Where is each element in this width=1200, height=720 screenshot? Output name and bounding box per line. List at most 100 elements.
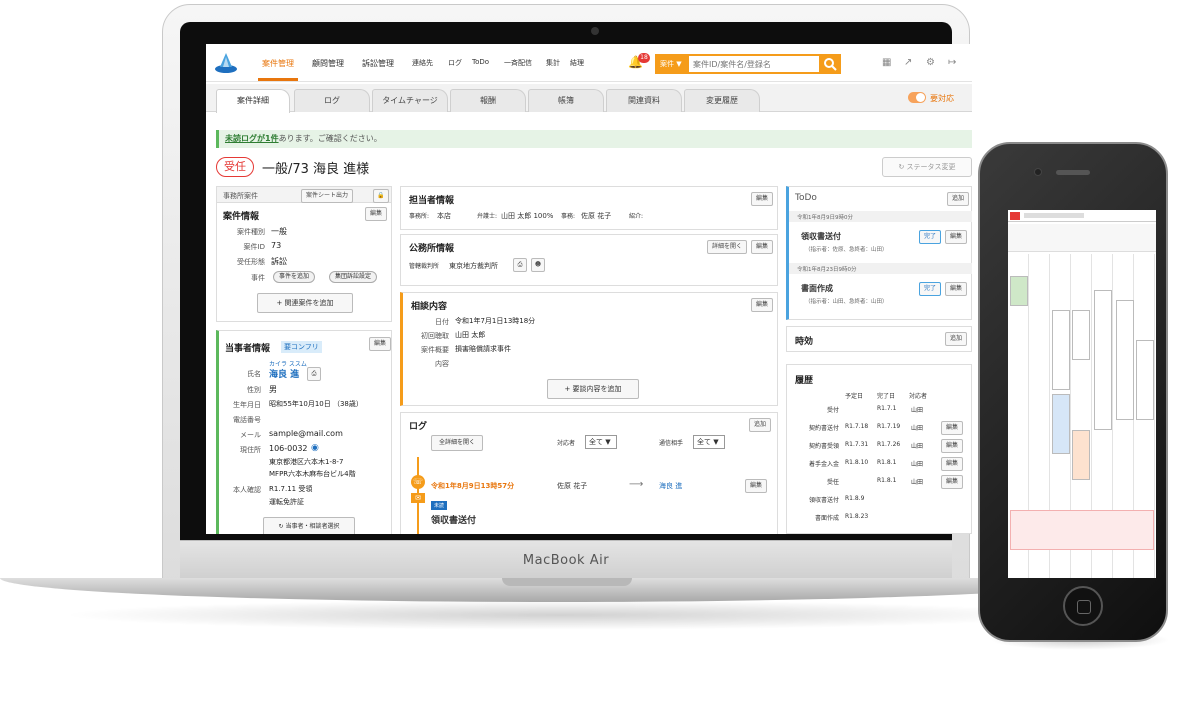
court-title: 公務所情報: [409, 244, 455, 254]
postal-code: 106-0032: [269, 444, 308, 453]
log-add-button[interactable]: 追加: [749, 418, 772, 432]
group-litigation-button[interactable]: 集団訴訟設定: [329, 271, 378, 283]
history-row-edit-button[interactable]: 編集: [941, 439, 964, 453]
lock-icon[interactable]: 🔒: [373, 189, 389, 203]
nav-settlement[interactable]: 結理: [570, 58, 584, 68]
limitation-title: 時効: [795, 337, 814, 347]
tab-change-history[interactable]: 変更履歴: [684, 89, 760, 112]
tab-related-docs[interactable]: 関連資料: [606, 89, 682, 112]
email-label: メール: [240, 431, 261, 439]
search-scope-select[interactable]: 案件 ▼: [657, 56, 689, 72]
map-pin-icon[interactable]: ◉: [311, 443, 319, 453]
nav-summary[interactable]: 集計: [546, 58, 560, 68]
history-row-name: 領収書送付: [808, 497, 839, 504]
attention-toggle[interactable]: [908, 92, 926, 103]
phone-speaker: [1056, 170, 1090, 175]
party-panel: 当事者情報 要コンフリ 編集 カイラ ススム 氏名 海良 進 ⎙ 性別 男 生年…: [216, 330, 392, 534]
staff-office-label: 事務所:: [409, 213, 430, 220]
case-id-value: 73: [271, 241, 282, 250]
gear-icon[interactable]: ⚙: [926, 57, 935, 68]
handler-filter-select[interactable]: 全て ▼: [585, 435, 617, 449]
mail-icon: ✉: [411, 493, 425, 503]
court-edit-button[interactable]: 編集: [751, 240, 774, 254]
log-entry-to[interactable]: 海良 進: [659, 481, 682, 491]
todo-title: ToDo: [795, 193, 817, 203]
history-row-edit-button[interactable]: 編集: [941, 457, 964, 471]
phone-icon: ☏: [411, 475, 425, 489]
todo-edit-button-2[interactable]: 編集: [945, 282, 968, 296]
tab-ledger[interactable]: 帳簿: [528, 89, 604, 112]
history-col-plan: 予定日: [845, 393, 864, 400]
staff-title: 担当者情報: [409, 196, 455, 206]
expand-all-button[interactable]: 全詳細を開く: [431, 435, 483, 451]
counterparty-filter-select[interactable]: 全て ▼: [693, 435, 725, 449]
party-edit-button[interactable]: 編集: [369, 337, 391, 351]
logout-icon[interactable]: ↦: [948, 57, 956, 68]
todo-title-1[interactable]: 領収書送付: [801, 231, 841, 242]
case-sheet-export-button[interactable]: 案件シート出力: [301, 189, 354, 203]
search-button[interactable]: [819, 54, 841, 74]
nav-broadcast[interactable]: 一斉配信: [504, 58, 532, 68]
staff-clerk-label: 事務:: [561, 213, 576, 220]
contact-card-icon[interactable]: ☻: [531, 258, 545, 272]
court-label: 管轄裁判所: [409, 263, 440, 270]
status-change-button[interactable]: ↻ ステータス変更: [882, 157, 972, 177]
phone-label: 電話番号: [233, 416, 261, 424]
print-icon[interactable]: ⎙: [307, 367, 321, 381]
history-row-name: 契約書送付: [808, 425, 839, 432]
add-consult-button[interactable]: + 要談内容を追加: [547, 379, 639, 399]
phone-calendar-screen: [1008, 210, 1156, 578]
log-entry-title[interactable]: 領収書送付: [431, 513, 476, 526]
todo-done-button-2[interactable]: 完了: [919, 282, 942, 296]
todo-edit-button-1[interactable]: 編集: [945, 230, 968, 244]
court-detail-button[interactable]: 詳細を開く: [707, 240, 748, 254]
engagement-type-label: 受任形態: [237, 258, 265, 266]
laptop-notch: [502, 578, 632, 586]
history-row-name: 受任: [826, 479, 839, 486]
limitation-add-button[interactable]: 追加: [945, 332, 968, 346]
email-value: sample@mail.com: [269, 429, 343, 438]
unread-log-link[interactable]: 未読ログが1件: [225, 134, 279, 143]
laptop-camera: [591, 27, 599, 35]
print-court-icon[interactable]: ⎙: [513, 258, 527, 272]
phone-camera: [1034, 168, 1042, 176]
search-input[interactable]: [691, 56, 819, 72]
add-related-case-button[interactable]: + 関連案件を追加: [257, 293, 353, 313]
tab-case-detail[interactable]: 案件詳細: [216, 89, 290, 113]
tab-log[interactable]: ログ: [294, 89, 370, 112]
party-name[interactable]: 海良 進: [269, 367, 299, 380]
conflict-check-tag: 要コンフリ: [281, 341, 322, 353]
select-party-button[interactable]: ↻ 当事者・相談者選択: [263, 517, 355, 534]
phone-home-button[interactable]: [1063, 586, 1103, 626]
tab-fee[interactable]: 報酬: [450, 89, 526, 112]
history-row-plan: R1.7.18: [845, 423, 869, 430]
todo-add-button[interactable]: 追加: [947, 192, 970, 206]
nav-todo[interactable]: ToDo: [472, 58, 489, 66]
case-info-edit-button[interactable]: 編集: [365, 207, 388, 221]
nav-case-management[interactable]: 案件管理: [262, 58, 294, 69]
calendar-icon[interactable]: ▦: [882, 57, 891, 68]
export-icon[interactable]: ↗: [904, 57, 912, 68]
top-navigation: 案件管理 顧問管理 訴訟管理 連絡先 ログ ToDo 一斉配信 集計 結理 🔔 …: [206, 44, 972, 82]
consult-edit-button[interactable]: 編集: [751, 298, 774, 312]
case-summary-value: 損害賠償請求事件: [455, 345, 511, 353]
log-entry-edit-button[interactable]: 編集: [745, 479, 768, 493]
todo-title-2[interactable]: 書面作成: [801, 283, 833, 294]
consult-date-label: 日付: [435, 318, 449, 326]
consult-title: 相談内容: [411, 302, 448, 312]
history-row-name: 受付: [826, 407, 839, 414]
nav-contacts[interactable]: 連絡先: [412, 58, 433, 68]
tab-time-charge[interactable]: タイムチャージ: [372, 89, 448, 112]
first-hearing-label: 初回聴取: [421, 332, 449, 340]
nav-log[interactable]: ログ: [448, 58, 462, 68]
todo-done-button-1[interactable]: 完了: [919, 230, 942, 244]
history-row-edit-button[interactable]: 編集: [941, 475, 964, 489]
nav-advisory-management[interactable]: 顧問管理: [312, 58, 344, 69]
add-event-button[interactable]: 事件を追加: [273, 271, 316, 283]
staff-edit-button[interactable]: 編集: [751, 192, 774, 206]
nav-litigation-management[interactable]: 訴訟管理: [362, 58, 394, 69]
calendar-event-green: [1010, 276, 1028, 306]
history-row-by: 山田: [911, 407, 924, 414]
history-row-by: 山田: [911, 425, 924, 432]
history-row-edit-button[interactable]: 編集: [941, 421, 964, 435]
